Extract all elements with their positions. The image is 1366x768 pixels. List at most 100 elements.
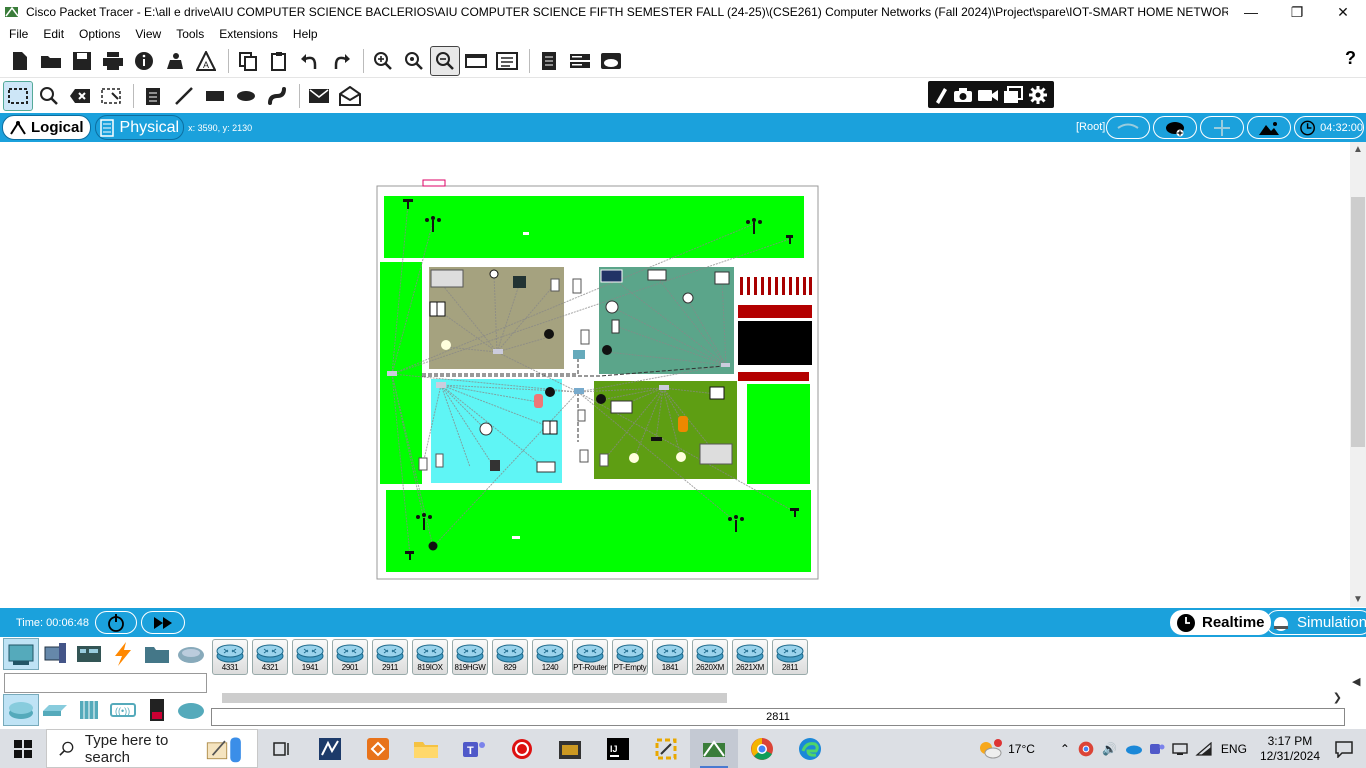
- resize-shape-icon[interactable]: [97, 82, 125, 110]
- new-file-button[interactable]: [6, 47, 34, 75]
- router-model-1841[interactable]: 1841: [652, 639, 688, 675]
- realtime-mode-button[interactable]: Realtime: [1170, 610, 1271, 635]
- tab-physical[interactable]: Physical: [94, 115, 185, 140]
- menu-file[interactable]: File: [2, 27, 36, 41]
- workspace-vertical-scrollbar[interactable]: ▲ ▼: [1350, 142, 1366, 607]
- cloud-image-icon[interactable]: [597, 47, 625, 75]
- settings-gear-icon[interactable]: [1028, 85, 1048, 105]
- end-devices-category[interactable]: [38, 639, 72, 669]
- wireless-subcategory[interactable]: ((•)): [106, 695, 140, 725]
- device-search-field[interactable]: [4, 673, 207, 693]
- device-rack-icon[interactable]: [566, 47, 594, 75]
- help-button[interactable]: ?: [1345, 48, 1356, 69]
- menu-extensions[interactable]: Extensions: [212, 27, 286, 41]
- router-model-4331[interactable]: 4331: [212, 639, 248, 675]
- paste-button[interactable]: [265, 47, 293, 75]
- scroll-right-arrow-icon[interactable]: ❯: [1333, 691, 1342, 704]
- taskbar-app-teams[interactable]: T: [450, 729, 498, 768]
- inspect-icon[interactable]: [35, 82, 63, 110]
- power-cycle-button[interactable]: [94, 611, 137, 634]
- taskbar-app-file-explorer[interactable]: [402, 729, 450, 768]
- fast-forward-button[interactable]: [140, 611, 185, 634]
- weather-icon[interactable]: [977, 738, 1003, 760]
- routers-subcategory[interactable]: [3, 694, 39, 726]
- new-cluster-button[interactable]: [1153, 116, 1197, 139]
- windows-icon[interactable]: [1003, 85, 1024, 104]
- device-list-scrollbar[interactable]: ❯: [212, 690, 1346, 705]
- zoom-in-icon[interactable]: [369, 47, 397, 75]
- volume-icon[interactable]: 🔊: [1102, 742, 1117, 756]
- security-subcategory[interactable]: [140, 695, 174, 725]
- router-model-2621xm[interactable]: 2621XM: [732, 639, 768, 675]
- router-model-2901[interactable]: 2901: [332, 639, 368, 675]
- components-category[interactable]: [72, 639, 106, 669]
- taskbar-app-record[interactable]: [498, 729, 546, 768]
- scroll-thumb[interactable]: [1351, 197, 1365, 447]
- close-button[interactable]: ✕: [1320, 0, 1366, 24]
- router-model-2811[interactable]: 2811: [772, 639, 808, 675]
- redo-icon[interactable]: [327, 47, 355, 75]
- draw-ellipse-icon[interactable]: [232, 82, 260, 110]
- taskbar-clock[interactable]: 3:17 PM 12/31/2024: [1260, 734, 1320, 764]
- taskbar-app-orange[interactable]: [354, 729, 402, 768]
- chrome-tray-icon[interactable]: [1078, 741, 1094, 757]
- activity-wizard-button[interactable]: A: [192, 47, 220, 75]
- video-camera-icon[interactable]: [977, 87, 999, 103]
- tab-logical[interactable]: Logical: [2, 115, 91, 140]
- taskbar-app-snip[interactable]: [642, 729, 690, 768]
- menu-tools[interactable]: Tools: [169, 27, 212, 41]
- undo-icon[interactable]: [296, 47, 324, 75]
- switches-subcategory[interactable]: [38, 695, 72, 725]
- add-simple-pdu-icon[interactable]: [305, 82, 333, 110]
- panel-collapse-arrow-icon[interactable]: ◀: [1352, 675, 1360, 688]
- show-hidden-icons-chevron-icon[interactable]: ⌃: [1060, 742, 1070, 756]
- draw-rectangle-icon[interactable]: [201, 82, 229, 110]
- menu-help[interactable]: Help: [286, 27, 326, 41]
- onedrive-icon[interactable]: [1125, 743, 1143, 755]
- simulation-mode-button[interactable]: Simulation: [1266, 610, 1366, 635]
- hubs-subcategory[interactable]: [72, 695, 106, 725]
- delete-icon[interactable]: [66, 82, 94, 110]
- back-cluster-button[interactable]: [1106, 116, 1150, 139]
- router-model-pt-router[interactable]: PT-Router: [572, 639, 608, 675]
- connections-category[interactable]: [106, 639, 140, 669]
- router-model-819iox[interactable]: 819IOX: [412, 639, 448, 675]
- input-language[interactable]: ENG: [1221, 742, 1247, 756]
- select-icon[interactable]: [3, 80, 33, 111]
- wan-emulation-subcategory[interactable]: [174, 695, 208, 725]
- taskbar-app-edge[interactable]: [786, 729, 834, 768]
- wifi-icon[interactable]: [1195, 741, 1213, 756]
- pdu-list-icon[interactable]: [535, 47, 563, 75]
- network-devices-category[interactable]: [3, 638, 39, 670]
- network-wizard-button[interactable]: [161, 47, 189, 75]
- viewport-clock[interactable]: 04:32:00: [1294, 116, 1364, 139]
- menu-edit[interactable]: Edit: [36, 27, 72, 41]
- minimize-button[interactable]: —: [1228, 0, 1274, 24]
- network-diagram[interactable]: [0, 142, 1350, 607]
- router-model-829[interactable]: 829: [492, 639, 528, 675]
- zoom-out-icon[interactable]: [430, 45, 460, 76]
- print-button[interactable]: [99, 47, 127, 75]
- taskbar-app-intellij[interactable]: IJ: [594, 729, 642, 768]
- taskbar-app-packet-tracer[interactable]: [690, 729, 738, 768]
- router-model-2620xm[interactable]: 2620XM: [692, 639, 728, 675]
- zoom-reset-icon[interactable]: [400, 47, 428, 75]
- place-note-icon[interactable]: [139, 82, 167, 110]
- restore-button[interactable]: ❐: [1274, 0, 1320, 24]
- drawing-palette-icon[interactable]: [462, 47, 490, 75]
- info-icon[interactable]: [130, 47, 158, 75]
- root-breadcrumb[interactable]: [Root]: [1076, 121, 1105, 133]
- network-adapter-icon[interactable]: [1171, 742, 1189, 756]
- taskbar-app-media[interactable]: [546, 729, 594, 768]
- scroll-up-arrow-icon[interactable]: ▲: [1350, 144, 1366, 155]
- router-model-819hgw[interactable]: 819HGW: [452, 639, 488, 675]
- move-object-button[interactable]: [1200, 116, 1244, 139]
- router-model-4321[interactable]: 4321: [252, 639, 288, 675]
- draw-line-icon[interactable]: [170, 82, 198, 110]
- menu-view[interactable]: View: [128, 27, 169, 41]
- save-button[interactable]: [68, 47, 96, 75]
- scroll-down-arrow-icon[interactable]: ▼: [1350, 594, 1366, 605]
- add-complex-pdu-icon[interactable]: [336, 82, 364, 110]
- device-list-scroll-thumb[interactable]: [222, 693, 727, 703]
- freeform-icon[interactable]: [263, 82, 291, 110]
